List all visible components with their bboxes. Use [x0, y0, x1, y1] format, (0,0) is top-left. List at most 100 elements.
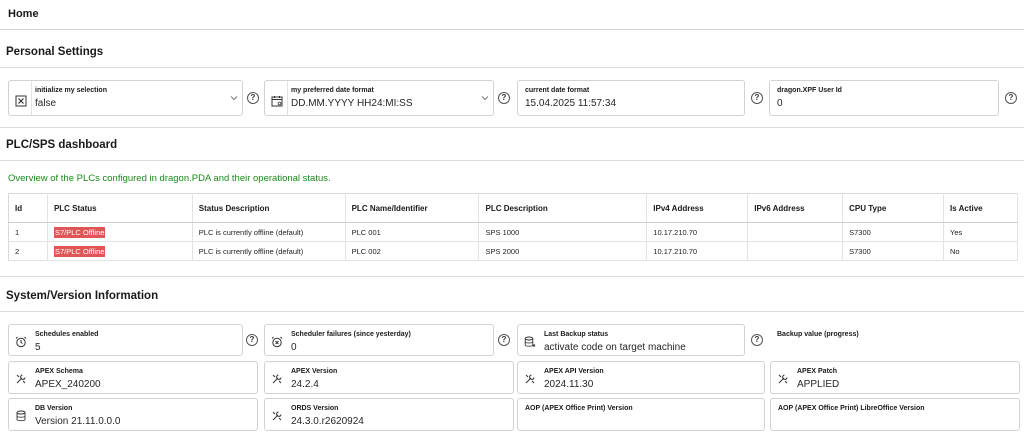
field-label: initialize my selection [35, 87, 107, 94]
field-label: APEX Schema [35, 368, 83, 375]
field-value: Version 21.11.0.0.0 [35, 416, 121, 427]
cell-plc-description: SPS 2000 [478, 241, 648, 261]
column-header[interactable]: CPU Type [842, 193, 944, 223]
cell-id: 2 [8, 241, 48, 261]
wrench-icon [778, 374, 788, 384]
status-badge: S7/PLC Offline [53, 245, 106, 257]
wrench-icon [272, 374, 282, 384]
field-value: 0 [777, 98, 783, 109]
field-value: 24.2.4 [291, 379, 319, 390]
field-value: APPLIED [797, 379, 840, 390]
field-label: APEX Version [291, 368, 338, 375]
column-header[interactable]: PLC Description [478, 193, 648, 223]
cell-ipv6 [747, 222, 844, 242]
date-format-select[interactable]: my preferred date format DD.MM.YYYY HH24… [264, 80, 494, 116]
field-value: 15.04.2025 11:57:34 [525, 98, 617, 109]
column-header[interactable]: IPv6 Address [747, 193, 844, 223]
cell-status: S7/PLC Offline [47, 222, 193, 242]
current-date-format-field: current date format 15.04.2025 11:57:34 [517, 80, 745, 116]
cell-ipv4: 10.17.210.70 [646, 241, 749, 261]
divider [0, 67, 1024, 68]
aop-libreoffice-version-field: AOP (APEX Office Print) LibreOffice Vers… [770, 398, 1020, 431]
alarm-clock-icon [271, 336, 283, 348]
column-header[interactable]: Id [8, 193, 48, 223]
breadcrumb: Home [0, 0, 1024, 30]
dashboard-description: Overview of the PLCs configured in drago… [8, 173, 331, 184]
wrench-icon [16, 374, 26, 384]
apex-schema-field: APEX Schema APEX_240200 [8, 361, 258, 394]
cell-plc-name: PLC 002 [345, 241, 480, 261]
field-label: dragon.XPF User Id [777, 87, 842, 94]
last-backup-status-field: Last Backup status activate code on targ… [517, 324, 745, 356]
column-header[interactable]: PLC Status [47, 193, 193, 223]
cell-status: S7/PLC Offline [47, 241, 193, 261]
table-row: 2 S7/PLC Offline PLC is currently offlin… [8, 241, 1018, 261]
db-version-field: DB Version Version 21.11.0.0.0 [8, 398, 258, 431]
field-label: AOP (APEX Office Print) LibreOffice Vers… [778, 405, 925, 412]
field-label: current date format [525, 87, 590, 94]
cell-is-active: No [943, 241, 1018, 261]
help-icon[interactable]: ? [498, 92, 510, 104]
field-label: APEX Patch [797, 368, 838, 375]
help-icon[interactable]: ? [247, 92, 259, 104]
cell-status-description: PLC is currently offline (default) [192, 241, 346, 261]
help-icon[interactable]: ? [751, 92, 763, 104]
table-row: 1 S7/PLC Offline PLC is currently offlin… [8, 222, 1018, 242]
chevron-down-icon[interactable] [229, 93, 239, 103]
help-icon[interactable]: ? [1005, 92, 1017, 104]
scheduler-failures-field: Scheduler failures (since yesterday) 0 [264, 324, 494, 356]
help-icon[interactable]: ? [751, 334, 763, 346]
apex-patch-field: APEX Patch APPLIED [770, 361, 1020, 394]
field-label: Last Backup status [544, 331, 609, 338]
field-value: false [35, 98, 57, 109]
field-label: Backup value (progress) [777, 331, 859, 338]
column-header[interactable]: IPv4 Address [646, 193, 749, 223]
cell-ipv4: 10.17.210.70 [646, 222, 749, 242]
backup-value-field: Backup value (progress) [769, 324, 1019, 356]
help-icon[interactable]: ? [246, 334, 258, 346]
field-label: Scheduler failures (since yesterday) [291, 331, 411, 338]
cell-ipv6 [747, 241, 844, 261]
divider [0, 276, 1024, 277]
field-label: DB Version [35, 405, 73, 412]
column-header[interactable]: PLC Name/Identifier [345, 193, 480, 223]
field-label: Schedules enabled [35, 331, 99, 338]
cell-plc-description: SPS 1000 [478, 222, 648, 242]
initialize-selection-select[interactable]: initialize my selection false [8, 80, 243, 116]
table-header-row: Id PLC Status Status Description PLC Nam… [8, 193, 1018, 223]
cell-id: 1 [8, 222, 48, 242]
calendar-icon [271, 96, 283, 107]
field-value: APEX_240200 [35, 379, 101, 390]
plc-table: Id PLC Status Status Description PLC Nam… [8, 193, 1018, 261]
home-link[interactable]: Home [8, 8, 39, 20]
field-label: ORDS Version [291, 405, 339, 412]
cell-plc-name: PLC 001 [345, 222, 480, 242]
column-header[interactable]: Is Active [943, 193, 1018, 223]
cell-cpu-type: S7300 [842, 241, 944, 261]
cell-is-active: Yes [943, 222, 1018, 242]
field-label: APEX API Version [544, 368, 604, 375]
cell-status-description: PLC is currently offline (default) [192, 222, 346, 242]
plc-dashboard-title: PLC/SPS dashboard [6, 139, 118, 151]
column-header[interactable]: Status Description [192, 193, 346, 223]
field-value: 0 [291, 342, 297, 353]
database-backup-icon [524, 336, 536, 347]
divider [0, 311, 1024, 312]
field-label: AOP (APEX Office Print) Version [525, 405, 633, 412]
help-icon[interactable]: ? [498, 334, 510, 346]
xpf-user-id-field: dragon.XPF User Id 0 [769, 80, 999, 116]
field-value: 24.3.0.r2620924 [291, 416, 364, 427]
personal-settings-title: Personal Settings [6, 46, 104, 58]
chevron-down-icon[interactable] [480, 93, 490, 103]
field-value: DD.MM.YYYY HH24:MI:SS [291, 98, 413, 109]
system-info-title: System/Version Information [6, 290, 159, 302]
wrench-icon [272, 411, 282, 421]
field-label: my preferred date format [291, 87, 374, 94]
schedules-enabled-field: Schedules enabled 5 [8, 324, 243, 356]
ords-version-field: ORDS Version 24.3.0.r2620924 [264, 398, 514, 431]
checkbox-x-icon [15, 95, 27, 107]
field-value: 5 [35, 342, 41, 353]
field-value: activate code on target machine [544, 342, 686, 353]
apex-api-version-field: APEX API Version 2024.11.30 [517, 361, 765, 394]
database-icon [16, 410, 26, 422]
